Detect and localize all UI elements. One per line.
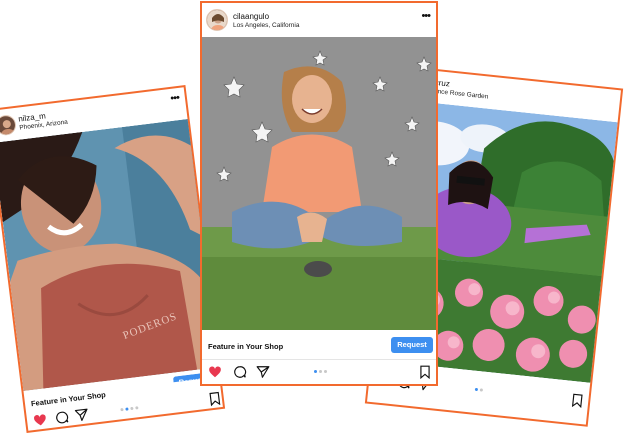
carousel-indicator [473,387,485,407]
post-photo[interactable]: PODEROS [0,119,219,392]
carousel-indicator [120,406,142,426]
comment-icon[interactable] [54,410,70,426]
post-actions [208,365,434,381]
post-photo[interactable] [202,37,436,330]
share-icon[interactable] [74,407,90,423]
more-horizontal-icon[interactable]: ••• [170,92,180,105]
bookmark-icon[interactable] [570,393,585,409]
feature-in-shop-label: Feature in Your Shop [208,342,284,351]
avatar[interactable] [206,9,228,31]
heart-icon[interactable] [32,412,48,428]
comment-icon[interactable] [233,365,247,379]
carousel-indicator [314,370,329,388]
share-icon[interactable] [256,365,270,379]
post-card-cilaangulo: cilaangulo Los Angeles, California ••• F… [200,1,438,386]
post-header: cilaangulo Los Angeles, California ••• [202,3,436,35]
divider [202,359,436,360]
request-button[interactable]: Request [391,337,433,353]
more-horizontal-icon[interactable]: ••• [421,10,431,22]
bookmark-icon[interactable] [207,391,223,407]
heart-icon[interactable] [208,365,222,379]
bookmark-icon[interactable] [418,365,432,379]
post-card-nilza: nilza_m Phoenix, Arizona ••• PODEROS Fea… [0,85,226,433]
location[interactable]: Los Angeles, California [233,22,300,29]
avatar[interactable] [0,114,18,137]
username[interactable]: cilaangulo [233,12,269,21]
